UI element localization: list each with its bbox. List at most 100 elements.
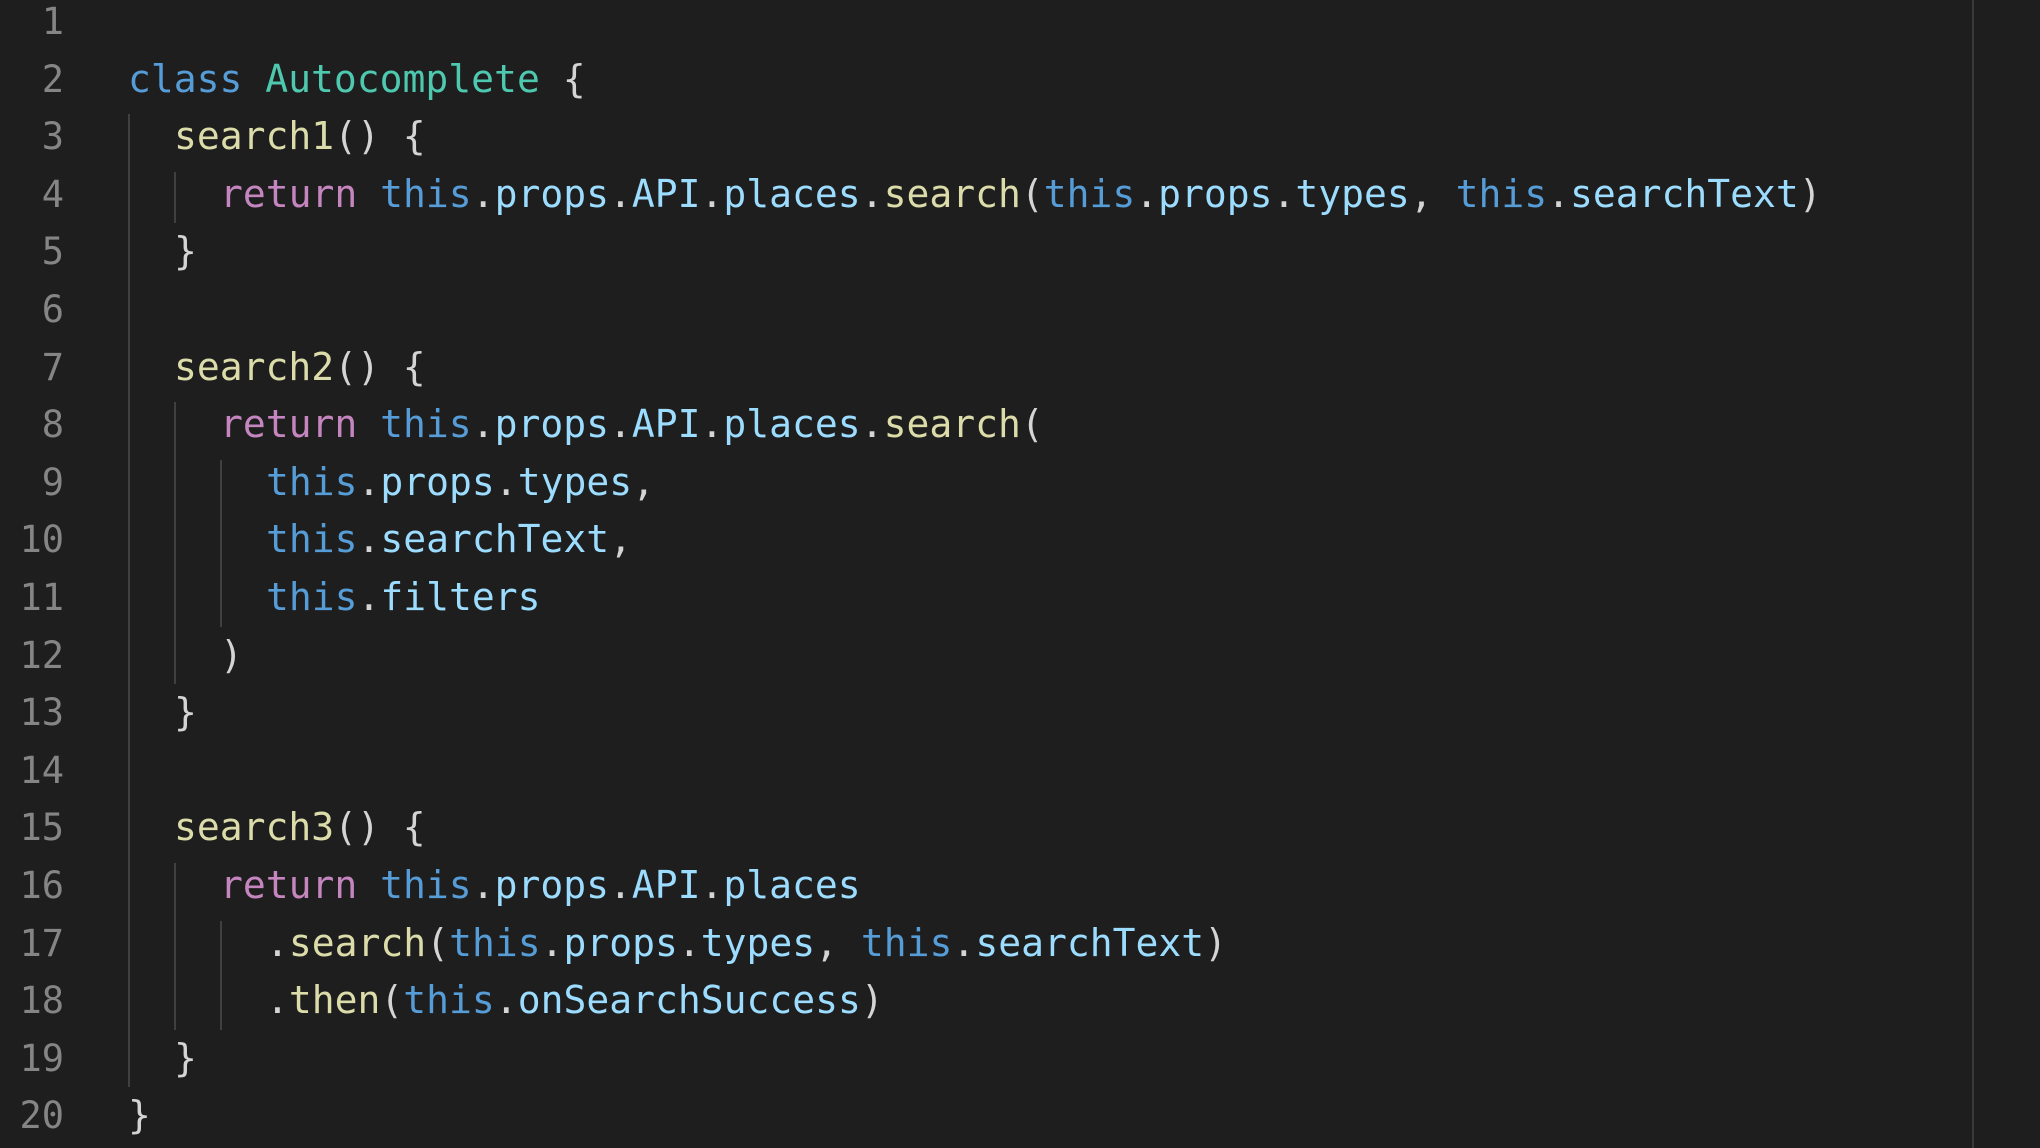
code-token: searchText — [380, 517, 610, 562]
code-token: return — [220, 402, 358, 447]
line-number: 7 — [41, 345, 64, 389]
code-token: this — [403, 978, 495, 1023]
code-line[interactable]: 3 search1() { — [0, 108, 1960, 166]
code-token: ( — [380, 978, 404, 1023]
code-token: this — [1455, 171, 1548, 216]
line-number: 1 — [41, 0, 64, 43]
code-token: . — [494, 978, 518, 1023]
code-text: return this.props.API.places — [220, 857, 861, 915]
code-token: filters — [380, 575, 541, 619]
code-token: places — [723, 863, 861, 907]
code-token: this — [860, 920, 953, 965]
code-token: props — [494, 171, 609, 216]
code-token: search3 — [174, 805, 335, 850]
code-token: . — [471, 863, 495, 907]
indent-guide — [128, 114, 130, 1088]
code-token: . — [1135, 171, 1159, 216]
code-line[interactable]: 19} — [0, 1030, 1960, 1088]
code-token: . — [1547, 171, 1570, 216]
code-token: ) — [1204, 920, 1227, 965]
code-line[interactable]: 20} — [0, 1087, 1960, 1145]
code-line[interactable]: 16 return this.props.API.places — [0, 857, 1960, 915]
code-line[interactable]: 12) — [0, 627, 1960, 685]
code-token: API — [631, 171, 701, 216]
code-token: props — [494, 863, 609, 907]
code-token: search — [883, 171, 1021, 216]
code-token: ) — [220, 632, 243, 677]
code-token: search — [288, 920, 427, 965]
code-token: this — [266, 517, 358, 562]
code-token: ( — [426, 920, 450, 965]
code-token: types — [517, 459, 633, 504]
indent-guide — [174, 402, 176, 685]
code-line[interactable]: 2 class Autocomplete { — [0, 51, 1960, 109]
line-number: 11 — [19, 576, 64, 619]
line-number: 6 — [41, 288, 64, 331]
line-number: 10 — [19, 518, 64, 562]
line-number: 5 — [41, 230, 64, 274]
indent-guide — [174, 171, 176, 224]
code-token: this — [1043, 171, 1136, 216]
code-token: searchText — [975, 920, 1205, 965]
line-number: 12 — [19, 633, 64, 677]
code-token: . — [700, 863, 724, 907]
code-token: search1 — [174, 114, 335, 159]
code-text: class Autocomplete { — [128, 51, 586, 109]
code-editor[interactable]: 1 2 class Autocomplete {3 search1() {4 retur… — [0, 0, 2040, 1148]
code-token: API — [631, 863, 701, 907]
line-number: 14 — [19, 748, 64, 792]
code-line[interactable]: 4 return this.props.API.places.search(thi… — [0, 166, 1960, 224]
code-token: . — [608, 863, 632, 907]
code-token: } — [174, 229, 197, 274]
code-line[interactable]: 18 .then(this.onSearchSuccess) — [0, 972, 1960, 1030]
code-text: } — [174, 1030, 197, 1088]
line-number: 2 — [41, 57, 64, 101]
code-text: .then(this.onSearchSuccess) — [266, 972, 884, 1030]
vertical-ruler — [1972, 0, 1974, 1148]
code-token: this — [380, 171, 472, 216]
code-token: . — [266, 978, 289, 1023]
code-token: , — [1409, 171, 1456, 216]
line-number: 16 — [19, 864, 64, 907]
line-number: 20 — [19, 1094, 64, 1138]
code-text: .search(this.props.types, this.searchTex… — [266, 915, 1227, 973]
code-line[interactable]: 14 — [0, 742, 1960, 800]
code-token: places — [723, 171, 861, 216]
code-text: this.searchText, — [266, 511, 632, 569]
code-token: . — [1272, 171, 1296, 216]
code-line[interactable]: 9 this.props.types, — [0, 454, 1960, 512]
code-token: . — [860, 171, 884, 216]
code-token: class — [128, 56, 243, 101]
code-line[interactable]: 17 .search(this.props.types, this.searchT… — [0, 915, 1960, 973]
code-token: ( — [1020, 402, 1044, 447]
code-line[interactable]: 8 return this.props.API.places.search( — [0, 396, 1960, 454]
code-token: this — [266, 459, 358, 504]
code-token: () { — [334, 344, 426, 389]
code-line[interactable]: 10 this.searchText, — [0, 511, 1960, 569]
line-number: 9 — [41, 460, 64, 504]
code-line[interactable]: 13} — [0, 684, 1960, 742]
code-token: } — [128, 1093, 151, 1138]
code-token: this — [449, 920, 541, 965]
code-line[interactable]: 7 search2() { — [0, 339, 1960, 397]
code-token: props — [494, 402, 609, 447]
code-token: . — [952, 920, 976, 965]
indent-guide — [220, 459, 222, 627]
code-token: () { — [334, 114, 426, 159]
code-token: . — [540, 920, 564, 965]
code-line[interactable]: 15 search3() { — [0, 799, 1960, 857]
indent-guide — [220, 920, 222, 1030]
code-text: this.filters — [266, 569, 541, 627]
code-line[interactable]: 5} — [0, 223, 1960, 281]
code-token: , — [632, 459, 655, 504]
code-line[interactable]: 11 this.filters — [0, 569, 1960, 627]
line-number: 4 — [41, 172, 64, 216]
code-token: ) — [1798, 171, 1822, 216]
code-line[interactable]: 1 — [0, 0, 1960, 51]
code-token: return — [220, 171, 358, 216]
code-token: , — [815, 920, 861, 965]
code-line[interactable]: 6 — [0, 281, 1960, 339]
code-token: types — [1295, 171, 1410, 216]
